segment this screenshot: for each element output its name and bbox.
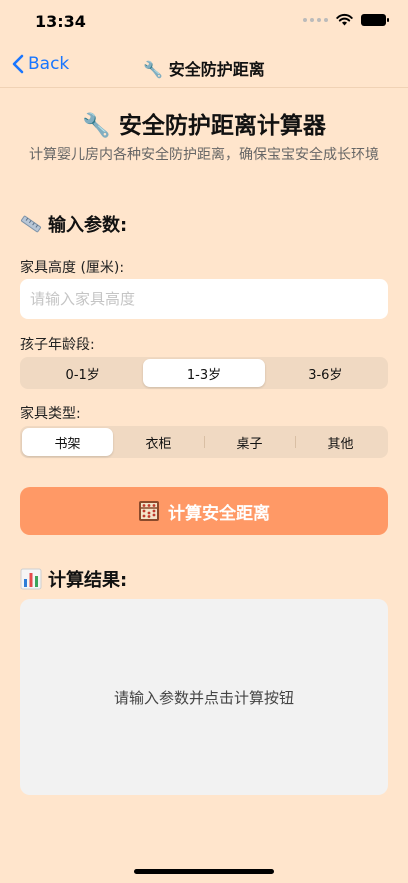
status-bar: 13:34 bbox=[0, 0, 408, 44]
home-indicator[interactable] bbox=[134, 869, 274, 874]
type-option-wardrobe[interactable]: 衣柜 bbox=[113, 428, 204, 456]
result-placeholder-text: 请输入参数并点击计算按钮 bbox=[113, 688, 294, 707]
age-option-3-6[interactable]: 3-6岁 bbox=[265, 359, 386, 387]
age-label: 孩子年龄段: bbox=[20, 337, 95, 353]
bar-chart-icon bbox=[20, 568, 42, 590]
navigation-bar: Back 🔧 安全防护距离 bbox=[0, 44, 408, 88]
results-section-heading: 计算结果: bbox=[20, 566, 127, 592]
input-section-heading: 输入参数: bbox=[20, 211, 127, 237]
calculate-button[interactable]: 计算安全距离 bbox=[20, 487, 388, 535]
input-section-title: 输入参数: bbox=[48, 215, 128, 236]
abacus-icon bbox=[138, 500, 160, 522]
age-option-1-3[interactable]: 1-3岁 bbox=[143, 359, 265, 387]
calculate-button-label: 计算安全距离 bbox=[168, 503, 270, 524]
battery-icon bbox=[361, 13, 389, 26]
results-section-title: 计算结果: bbox=[48, 570, 128, 591]
straight-ruler-icon bbox=[20, 213, 42, 235]
type-option-table[interactable]: 桌子 bbox=[204, 428, 295, 456]
page-subtitle: 计算婴儿房内各种安全防护距离，确保宝宝安全成长环境 bbox=[29, 147, 379, 163]
page-title: 🔧 安全防护距离计算器 bbox=[82, 113, 326, 139]
nav-title: 🔧 安全防护距离 bbox=[143, 60, 265, 79]
height-label: 家具高度 (厘米): bbox=[20, 260, 125, 276]
result-panel: 请输入参数并点击计算按钮 bbox=[20, 599, 388, 795]
furniture-type-segmented-control: 书架 衣柜 桌子 其他 bbox=[20, 426, 388, 458]
age-option-0-1[interactable]: 0-1岁 bbox=[22, 359, 143, 387]
status-time: 13:34 bbox=[35, 12, 86, 31]
type-option-bookshelf[interactable]: 书架 bbox=[22, 428, 113, 456]
status-icons bbox=[303, 13, 389, 26]
height-input[interactable] bbox=[20, 279, 388, 319]
age-segmented-control: 0-1岁 1-3岁 3-6岁 bbox=[20, 357, 388, 389]
wifi-icon bbox=[336, 13, 353, 26]
type-option-other[interactable]: 其他 bbox=[295, 428, 386, 456]
furniture-type-label: 家具类型: bbox=[20, 406, 81, 422]
signal-dots-icon bbox=[303, 17, 328, 22]
